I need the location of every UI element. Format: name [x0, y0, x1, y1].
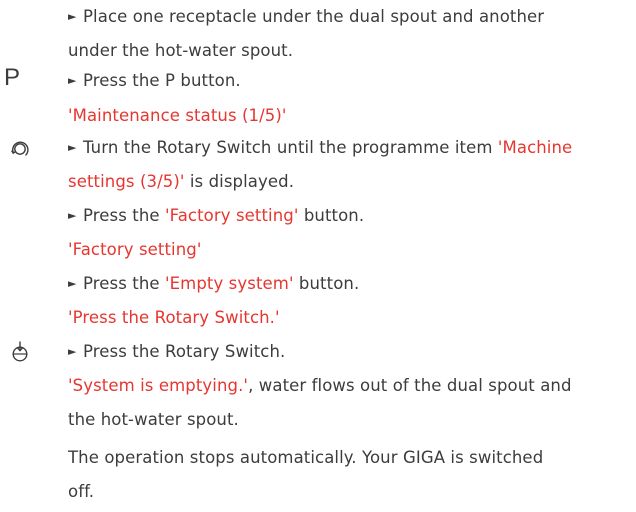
step-5-text: Press the 'Empty system' button. [83, 267, 622, 301]
step-3-highlight-2: settings (3/5)' [68, 172, 185, 191]
step-4-text-b: button. [298, 206, 365, 225]
p-button-icon: P [3, 64, 20, 91]
step-2-text: Press the P button. [83, 71, 241, 90]
rotary-switch-turn-icon [6, 138, 34, 158]
step-3-text-a: Turn the Rotary Switch until the program… [83, 138, 498, 157]
step-4-text: Press the 'Factory setting' button. [83, 199, 622, 233]
step-5-highlight: 'Empty system' [165, 274, 294, 293]
bullet-marker: ► [68, 277, 77, 290]
step-1-line-1: Place one receptacle under the dual spou… [83, 7, 545, 26]
step-3-line-2: settings (3/5)' is displayed. [68, 165, 622, 199]
step-6-text: Press the Rotary Switch. [83, 342, 286, 361]
step-6-status-line-1: 'System is emptying.', water flows out o… [68, 369, 622, 403]
step-1-line-2: under the hot-water spout. [68, 41, 294, 60]
bullet-marker: ► [68, 345, 77, 358]
step-5-text-b: button. [293, 274, 360, 293]
rotary-switch-press-icon [6, 340, 34, 364]
step-3-text-b: is displayed. [184, 172, 295, 191]
bullet-marker: ► [68, 209, 77, 222]
bullet-marker: ► [68, 10, 77, 23]
step-3-line-1: Turn the Rotary Switch until the program… [83, 131, 622, 165]
step-6-note-line-2: off. [68, 482, 95, 501]
step-4-highlight: 'Factory setting' [165, 206, 299, 225]
bullet-marker: ► [68, 141, 77, 154]
step-6-status-line-2: the hot-water spout. [68, 410, 239, 429]
step-6-note-line-1: The operation stops automatically. Your … [68, 448, 544, 467]
step-5-text-a: Press the [83, 274, 165, 293]
bullet-marker: ► [68, 74, 77, 87]
step-4-text-a: Press the [83, 206, 165, 225]
step-6-status-red: 'System is emptying.' [68, 376, 249, 395]
step-2-status: 'Maintenance status (1/5)' [68, 106, 287, 125]
step-4-status: 'Factory setting' [68, 240, 202, 259]
step-5-status: 'Press the Rotary Switch.' [68, 308, 280, 327]
step-6-status-rest: , water flows out of the dual spout and [248, 376, 572, 395]
instruction-page: ► Place one receptacle under the dual sp… [0, 0, 636, 512]
step-3-highlight: 'Machine [497, 138, 573, 157]
